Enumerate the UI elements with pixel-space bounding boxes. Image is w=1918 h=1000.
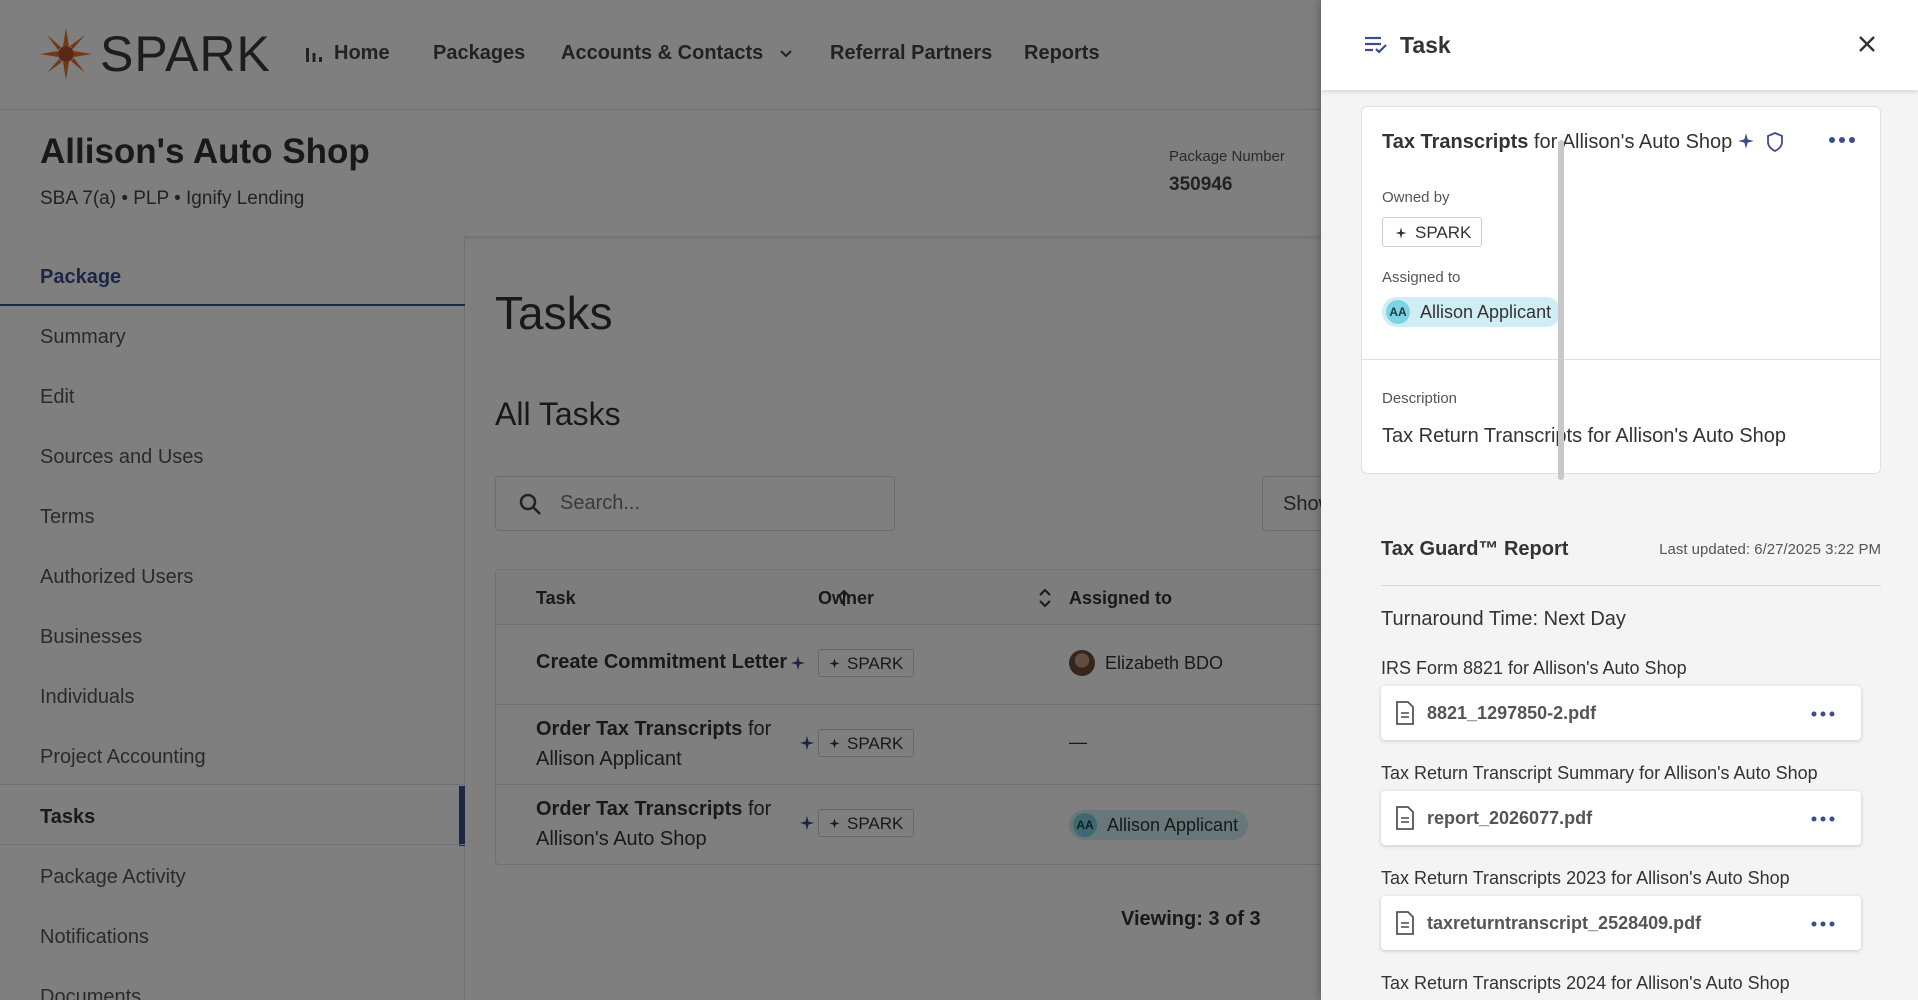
- task-list-icon: [1365, 36, 1387, 54]
- task-detail-icons: [1736, 131, 1786, 153]
- drawer-title: Task: [1400, 32, 1451, 58]
- file-icon: [1396, 701, 1414, 725]
- sparkle-icon: [1738, 133, 1754, 149]
- document-card[interactable]: taxreturntranscript_2528409.pdf: [1381, 896, 1861, 950]
- drawer-scrollbar[interactable]: [1558, 140, 1564, 480]
- owned-by-label: Owned by: [1382, 189, 1450, 206]
- task-drawer: Task Tax Transcripts for Allison's Auto …: [1321, 0, 1918, 1000]
- document-name[interactable]: report_2026077.pdf: [1427, 808, 1592, 829]
- description-text: Tax Return Transcripts for Allison's Aut…: [1382, 425, 1787, 447]
- drawer-header: Task: [1321, 0, 1918, 90]
- task-detail-title-bold: Tax Transcripts: [1382, 131, 1529, 153]
- document-label: Tax Return Transcripts 2023 for Allison'…: [1381, 868, 1790, 888]
- description-label: Description: [1382, 390, 1458, 407]
- more-options-icon[interactable]: [1811, 816, 1835, 822]
- shield-icon: [1767, 132, 1783, 153]
- more-options-icon[interactable]: [1811, 921, 1835, 927]
- sparkle-icon: [1395, 227, 1407, 239]
- document-label: IRS Form 8821 for Allison's Auto Shop: [1381, 658, 1687, 678]
- modal-backdrop[interactable]: [0, 0, 1321, 1000]
- avatar-initials: AA: [1386, 300, 1410, 324]
- file-icon: [1396, 911, 1414, 935]
- document-label: Tax Return Transcript Summary for Alliso…: [1381, 763, 1818, 783]
- tax-guard-report-title: Tax Guard™ Report: [1381, 538, 1569, 560]
- file-icon: [1396, 806, 1414, 830]
- turnaround-time: Turnaround Time: Next Day: [1381, 608, 1626, 630]
- document-name[interactable]: 8821_1297850-2.pdf: [1427, 703, 1596, 724]
- owner-chip-label: SPARK: [1415, 223, 1472, 242]
- owner-chip: SPARK: [1382, 217, 1483, 247]
- document-label: Tax Return Transcripts 2024 for Allison'…: [1381, 973, 1790, 993]
- document-card[interactable]: 8821_1297850-2.pdf: [1381, 686, 1861, 740]
- last-updated: Last updated: 6/27/2025 3:22 PM: [1659, 541, 1881, 558]
- document-card[interactable]: report_2026077.pdf: [1381, 791, 1861, 845]
- assignee-name: Allison Applicant: [1420, 301, 1552, 322]
- close-icon[interactable]: [1855, 32, 1879, 56]
- report-divider: [1381, 585, 1881, 586]
- more-options-icon[interactable]: [1827, 135, 1857, 145]
- card-divider: [1362, 359, 1880, 360]
- task-detail-card: Tax Transcripts for Allison's Auto Shop …: [1361, 106, 1881, 474]
- document-name[interactable]: taxreturntranscript_2528409.pdf: [1427, 913, 1701, 934]
- more-options-icon[interactable]: [1811, 711, 1835, 717]
- assignee-pill: AA Allison Applicant: [1382, 297, 1562, 327]
- assigned-to-label: Assigned to: [1382, 269, 1461, 286]
